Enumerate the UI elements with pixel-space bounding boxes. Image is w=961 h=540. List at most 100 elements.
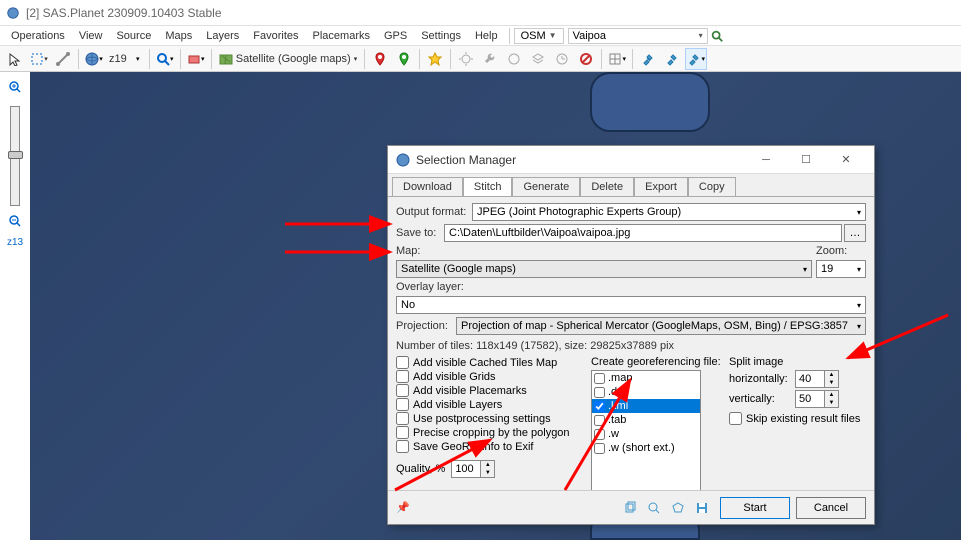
georef-dat-check[interactable] bbox=[594, 387, 605, 398]
globe-small-button[interactable] bbox=[503, 48, 525, 70]
check-precise-cropping[interactable] bbox=[396, 426, 409, 439]
check-grids[interactable] bbox=[396, 370, 409, 383]
dialog-title-bar[interactable]: Selection Manager ─ ☐ ✕ bbox=[388, 146, 874, 174]
placemark-button[interactable] bbox=[369, 48, 391, 70]
ruler-tool-button[interactable] bbox=[52, 48, 74, 70]
menu-favorites[interactable]: Favorites bbox=[246, 28, 305, 44]
zoom-slider[interactable] bbox=[10, 106, 20, 206]
save-to-label: Save to: bbox=[396, 227, 444, 239]
georef-listbox[interactable]: .map .dat .kml .tab .w .w (short ext.) bbox=[591, 370, 701, 490]
browse-button[interactable]: … bbox=[844, 224, 866, 242]
satellite1-button[interactable] bbox=[637, 48, 659, 70]
cancel-button[interactable]: Cancel bbox=[796, 497, 866, 519]
minimize-button[interactable]: ─ bbox=[746, 147, 786, 173]
quality-spinner[interactable]: 100 ▲▼ bbox=[451, 460, 495, 478]
quality-label: Quality, % bbox=[396, 463, 445, 475]
region-icon-button[interactable] bbox=[668, 498, 688, 518]
menu-operations[interactable]: Operations bbox=[4, 28, 72, 44]
magnifier-button[interactable]: ▾ bbox=[154, 48, 176, 70]
dialog-footer: 📌 Start Cancel bbox=[388, 490, 874, 524]
zoom-out-button[interactable] bbox=[6, 212, 24, 230]
check-layers[interactable] bbox=[396, 398, 409, 411]
close-button[interactable]: ✕ bbox=[826, 147, 866, 173]
up-arrow-icon[interactable]: ▲ bbox=[481, 461, 494, 469]
satellite3-button[interactable]: ▾ bbox=[685, 48, 707, 70]
menu-gps[interactable]: GPS bbox=[377, 28, 414, 44]
overlay-label: Overlay layer: bbox=[396, 281, 496, 293]
sun-icon-button[interactable] bbox=[455, 48, 477, 70]
projection-dropdown[interactable]: Projection of map - Spherical Mercator (… bbox=[456, 317, 866, 335]
map-label: Map: bbox=[396, 245, 426, 257]
overlay-dropdown[interactable]: No▾ bbox=[396, 296, 866, 314]
menu-maps[interactable]: Maps bbox=[158, 28, 199, 44]
search-go-button[interactable] bbox=[710, 29, 724, 43]
output-format-dropdown[interactable]: JPEG (Joint Photographic Experts Group)▾ bbox=[472, 203, 866, 221]
grid-button[interactable]: ▾ bbox=[606, 48, 628, 70]
chevron-down-icon: ▾ bbox=[699, 31, 703, 40]
dialog-tabs: Download Stitch Generate Delete Export C… bbox=[388, 174, 874, 196]
toolbar: ▾ ▾ z19 ▾ ▾ ▾ Satellite (Google maps) ▾ … bbox=[0, 46, 961, 72]
title-bar: [2] SAS.Planet 230909.10403 Stable bbox=[0, 0, 961, 26]
dialog-body: Output format: JPEG (Joint Photographic … bbox=[388, 196, 874, 490]
zoom-label: Zoom: bbox=[816, 245, 866, 257]
maximize-button[interactable]: ☐ bbox=[786, 147, 826, 173]
menu-layers[interactable]: Layers bbox=[199, 28, 246, 44]
pin-icon[interactable]: 📌 bbox=[396, 501, 410, 514]
window-title: [2] SAS.Planet 230909.10403 Stable bbox=[26, 6, 222, 20]
wrench-button[interactable] bbox=[479, 48, 501, 70]
pin-button[interactable] bbox=[393, 48, 415, 70]
toolbar-separator bbox=[149, 49, 150, 69]
clock-button[interactable] bbox=[551, 48, 573, 70]
menu-placemarks[interactable]: Placemarks bbox=[306, 28, 377, 44]
georef-map-check[interactable] bbox=[594, 373, 605, 384]
save-to-input[interactable]: C:\Daten\Luftbilder\Vaipoa\vaipoa.jpg bbox=[444, 224, 842, 242]
map-name-text: Satellite (Google maps) bbox=[236, 53, 351, 65]
down-arrow-icon[interactable]: ▼ bbox=[481, 469, 494, 477]
georef-w-check[interactable] bbox=[594, 429, 605, 440]
tab-export[interactable]: Export bbox=[634, 177, 688, 196]
selection-tool-button[interactable]: ▾ bbox=[28, 48, 50, 70]
georef-tab-check[interactable] bbox=[594, 415, 605, 426]
check-georef-exif[interactable] bbox=[396, 440, 409, 453]
block-button[interactable] bbox=[575, 48, 597, 70]
toolbar-separator bbox=[364, 49, 365, 69]
tab-stitch[interactable]: Stitch bbox=[463, 177, 513, 196]
dialog-title: Selection Manager bbox=[416, 153, 746, 167]
search-provider-dropdown[interactable]: OSM ▼ bbox=[514, 28, 564, 44]
save-icon-button[interactable] bbox=[692, 498, 712, 518]
zoom-slider-handle[interactable] bbox=[8, 151, 23, 159]
skip-existing-check[interactable] bbox=[729, 412, 742, 425]
copy-icon-button[interactable] bbox=[620, 498, 640, 518]
check-cached-tiles[interactable] bbox=[396, 356, 409, 369]
tab-download[interactable]: Download bbox=[392, 177, 463, 196]
zoom-dropdown-button[interactable]: ▾ bbox=[131, 48, 145, 70]
vert-spinner[interactable]: 50▲▼ bbox=[795, 390, 839, 408]
satellite2-button[interactable] bbox=[661, 48, 683, 70]
zoom-in-button[interactable] bbox=[6, 78, 24, 96]
overlay-toggle-button[interactable]: ▾ bbox=[185, 48, 207, 70]
horiz-spinner[interactable]: 40▲▼ bbox=[795, 370, 839, 388]
map-name-dropdown[interactable]: Satellite (Google maps) ▾ bbox=[215, 52, 361, 66]
check-postprocessing[interactable] bbox=[396, 412, 409, 425]
magnifier-icon-button[interactable] bbox=[644, 498, 664, 518]
tab-copy[interactable]: Copy bbox=[688, 177, 736, 196]
globe-button[interactable]: ▾ bbox=[83, 48, 105, 70]
start-button[interactable]: Start bbox=[720, 497, 790, 519]
menu-view[interactable]: View bbox=[72, 28, 110, 44]
georef-kml-check[interactable] bbox=[594, 401, 605, 412]
pointer-tool-button[interactable] bbox=[4, 48, 26, 70]
menu-help[interactable]: Help bbox=[468, 28, 505, 44]
menu-settings[interactable]: Settings bbox=[414, 28, 468, 44]
map-dropdown[interactable]: Satellite (Google maps)▾ bbox=[396, 260, 812, 278]
star-button[interactable] bbox=[424, 48, 446, 70]
search-input[interactable]: Vaipoa ▾ bbox=[568, 28, 708, 44]
georef-wshort-check[interactable] bbox=[594, 443, 605, 454]
toolbar-separator bbox=[632, 49, 633, 69]
zoom-dropdown[interactable]: 19▾ bbox=[816, 260, 866, 278]
tab-generate[interactable]: Generate bbox=[512, 177, 580, 196]
toolbar-separator bbox=[419, 49, 420, 69]
layers-button[interactable] bbox=[527, 48, 549, 70]
check-placemarks[interactable] bbox=[396, 384, 409, 397]
menu-source[interactable]: Source bbox=[109, 28, 158, 44]
tab-delete[interactable]: Delete bbox=[580, 177, 634, 196]
